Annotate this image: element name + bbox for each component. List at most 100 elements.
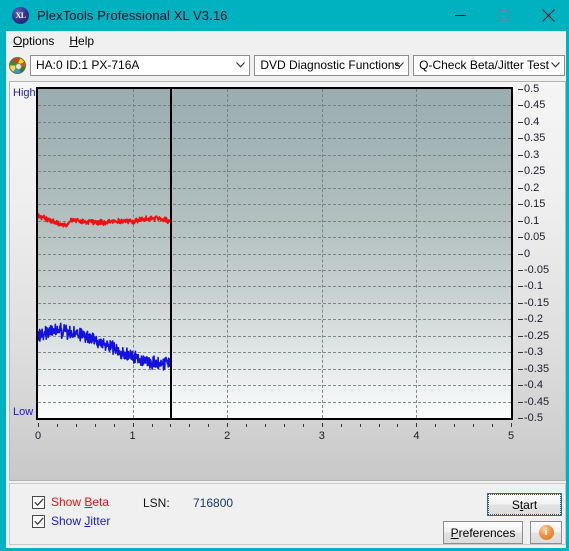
chevron-down-icon xyxy=(391,56,408,75)
optical-disc-icon xyxy=(9,56,26,74)
xl-logo-icon: XL xyxy=(12,7,29,24)
x-minor-tick-mark xyxy=(397,424,399,427)
y-tick-mark xyxy=(518,302,523,304)
checkbox-checked-icon xyxy=(32,514,45,528)
y-tick-label: -0.45 xyxy=(524,395,550,408)
maximize-icon xyxy=(498,10,510,21)
lsn-value: 716800 xyxy=(193,496,234,510)
x-minor-tick-mark xyxy=(151,424,153,427)
x-minor-tick-mark xyxy=(170,424,172,427)
x-tick-label: 3 xyxy=(318,430,325,442)
function-select[interactable]: DVD Diagnostic Functions xyxy=(254,54,410,76)
y-tick-mark xyxy=(518,319,523,321)
y-tick-label: 0.05 xyxy=(524,231,546,244)
x-tick-mark xyxy=(132,423,134,427)
show-beta-label: Show Beta xyxy=(51,495,110,509)
minimize-icon xyxy=(454,15,466,16)
y-tick-mark xyxy=(518,352,523,354)
x-minor-tick-mark xyxy=(94,424,96,427)
y-tick-mark xyxy=(518,171,523,173)
x-tick-mark xyxy=(321,423,323,427)
controls-panel: Show Beta Show Jitter LSN: 716800 St art … xyxy=(9,483,566,545)
y-tick-label: -0.4 xyxy=(524,379,543,392)
preferences-button-label: Preferences xyxy=(450,525,516,540)
drive-select-value: HA:0 ID:1 PX-716A xyxy=(36,58,140,72)
y-tick-label: 0.5 xyxy=(524,83,540,95)
x-minor-tick-mark xyxy=(189,424,191,427)
x-tick-mark xyxy=(416,423,418,427)
plot-area[interactable] xyxy=(36,87,513,420)
x-minor-tick-mark xyxy=(246,424,248,427)
maximize-button[interactable] xyxy=(482,0,526,31)
x-tick-label: 0 xyxy=(34,430,42,442)
x-minor-tick-mark xyxy=(75,424,77,427)
close-icon xyxy=(541,9,555,22)
y-tick-label: 0.45 xyxy=(524,99,546,112)
x-minor-tick-mark xyxy=(492,424,494,427)
y-tick-label: -0.5 xyxy=(524,412,543,424)
test-select-value: Q-Check Beta/Jitter Test xyxy=(419,58,549,72)
chevron-down-icon xyxy=(547,56,564,75)
function-select-value: DVD Diagnostic Functions xyxy=(260,58,401,72)
show-beta-checkbox[interactable]: Show Beta xyxy=(32,495,109,509)
x-tick-label: 5 xyxy=(507,430,515,442)
y-tick-label: 0.1 xyxy=(524,214,540,227)
x-minor-tick-mark xyxy=(473,424,475,427)
y-tick-label: 0.4 xyxy=(524,115,540,128)
y-tick-mark xyxy=(518,121,523,123)
minimize-button[interactable] xyxy=(438,0,482,31)
y-tick-mark xyxy=(518,204,523,206)
x-tick-label: 1 xyxy=(129,430,136,442)
start-button-label: St art xyxy=(488,494,561,515)
y-tick-mark xyxy=(518,335,523,337)
y-tick-label: -0.3 xyxy=(524,346,543,359)
y-tick-mark xyxy=(518,418,523,419)
x-minor-tick-mark xyxy=(265,424,267,427)
y-tick-label: -0.35 xyxy=(524,362,550,375)
y-tick-label: 0.2 xyxy=(524,181,540,194)
x-minor-tick-mark xyxy=(302,424,304,427)
axis-label-low: Low xyxy=(13,406,34,418)
y-tick-label: 0.35 xyxy=(524,132,546,145)
y-axis-labels: 0.5 0.45 0.4 0.35 0.3 0.25 0.2 0.15 0.1 0.05 0 -0.0… xyxy=(518,82,566,427)
show-jitter-label: Show Jitter xyxy=(51,514,111,528)
y-tick-mark xyxy=(518,89,523,90)
y-tick-mark xyxy=(518,401,523,403)
y-tick-mark xyxy=(518,269,523,271)
y-tick-label: 0.15 xyxy=(524,198,546,211)
info-icon: i xyxy=(538,525,554,540)
test-select[interactable]: Q-Check Beta/Jitter Test xyxy=(413,54,565,76)
lsn-label: LSN: xyxy=(143,496,170,510)
axis-label-high: High xyxy=(13,87,36,99)
x-tick-label: 4 xyxy=(413,430,420,442)
y-tick-mark xyxy=(518,220,523,222)
x-minor-tick-mark xyxy=(435,424,437,427)
preferences-button[interactable]: Preferences xyxy=(443,521,523,544)
y-tick-label: 0 xyxy=(524,247,531,260)
y-tick-label: 0.3 xyxy=(524,148,540,161)
y-tick-label: -0.1 xyxy=(524,280,543,293)
y-tick-mark xyxy=(518,385,523,387)
y-tick-label: -0.15 xyxy=(524,296,550,309)
drive-select[interactable]: HA:0 ID:1 PX-716A xyxy=(30,54,251,76)
x-tick-mark xyxy=(511,423,512,427)
title-bar: XL PlexTools Professional XL V3.16 xyxy=(3,0,566,31)
menu-item-help[interactable]: Help xyxy=(62,33,102,49)
show-jitter-checkbox[interactable]: Show Jitter xyxy=(32,514,110,528)
close-button[interactable] xyxy=(526,0,566,31)
y-tick-label: -0.2 xyxy=(524,313,543,326)
start-button[interactable]: St art xyxy=(487,493,562,516)
y-tick-label: 0.25 xyxy=(524,165,546,178)
x-minor-tick-mark xyxy=(208,424,210,427)
chevron-down-icon xyxy=(232,56,249,75)
y-tick-mark xyxy=(518,237,523,239)
y-tick-mark xyxy=(518,368,523,370)
x-tick-mark xyxy=(227,423,229,427)
series-jitter xyxy=(38,322,172,371)
position-marker-line xyxy=(170,89,173,418)
info-button[interactable]: i xyxy=(530,521,562,544)
y-tick-mark xyxy=(518,105,523,107)
x-minor-tick-mark xyxy=(283,424,285,427)
x-tick-mark xyxy=(38,423,39,427)
menu-item-options[interactable]: Options xyxy=(6,33,62,49)
